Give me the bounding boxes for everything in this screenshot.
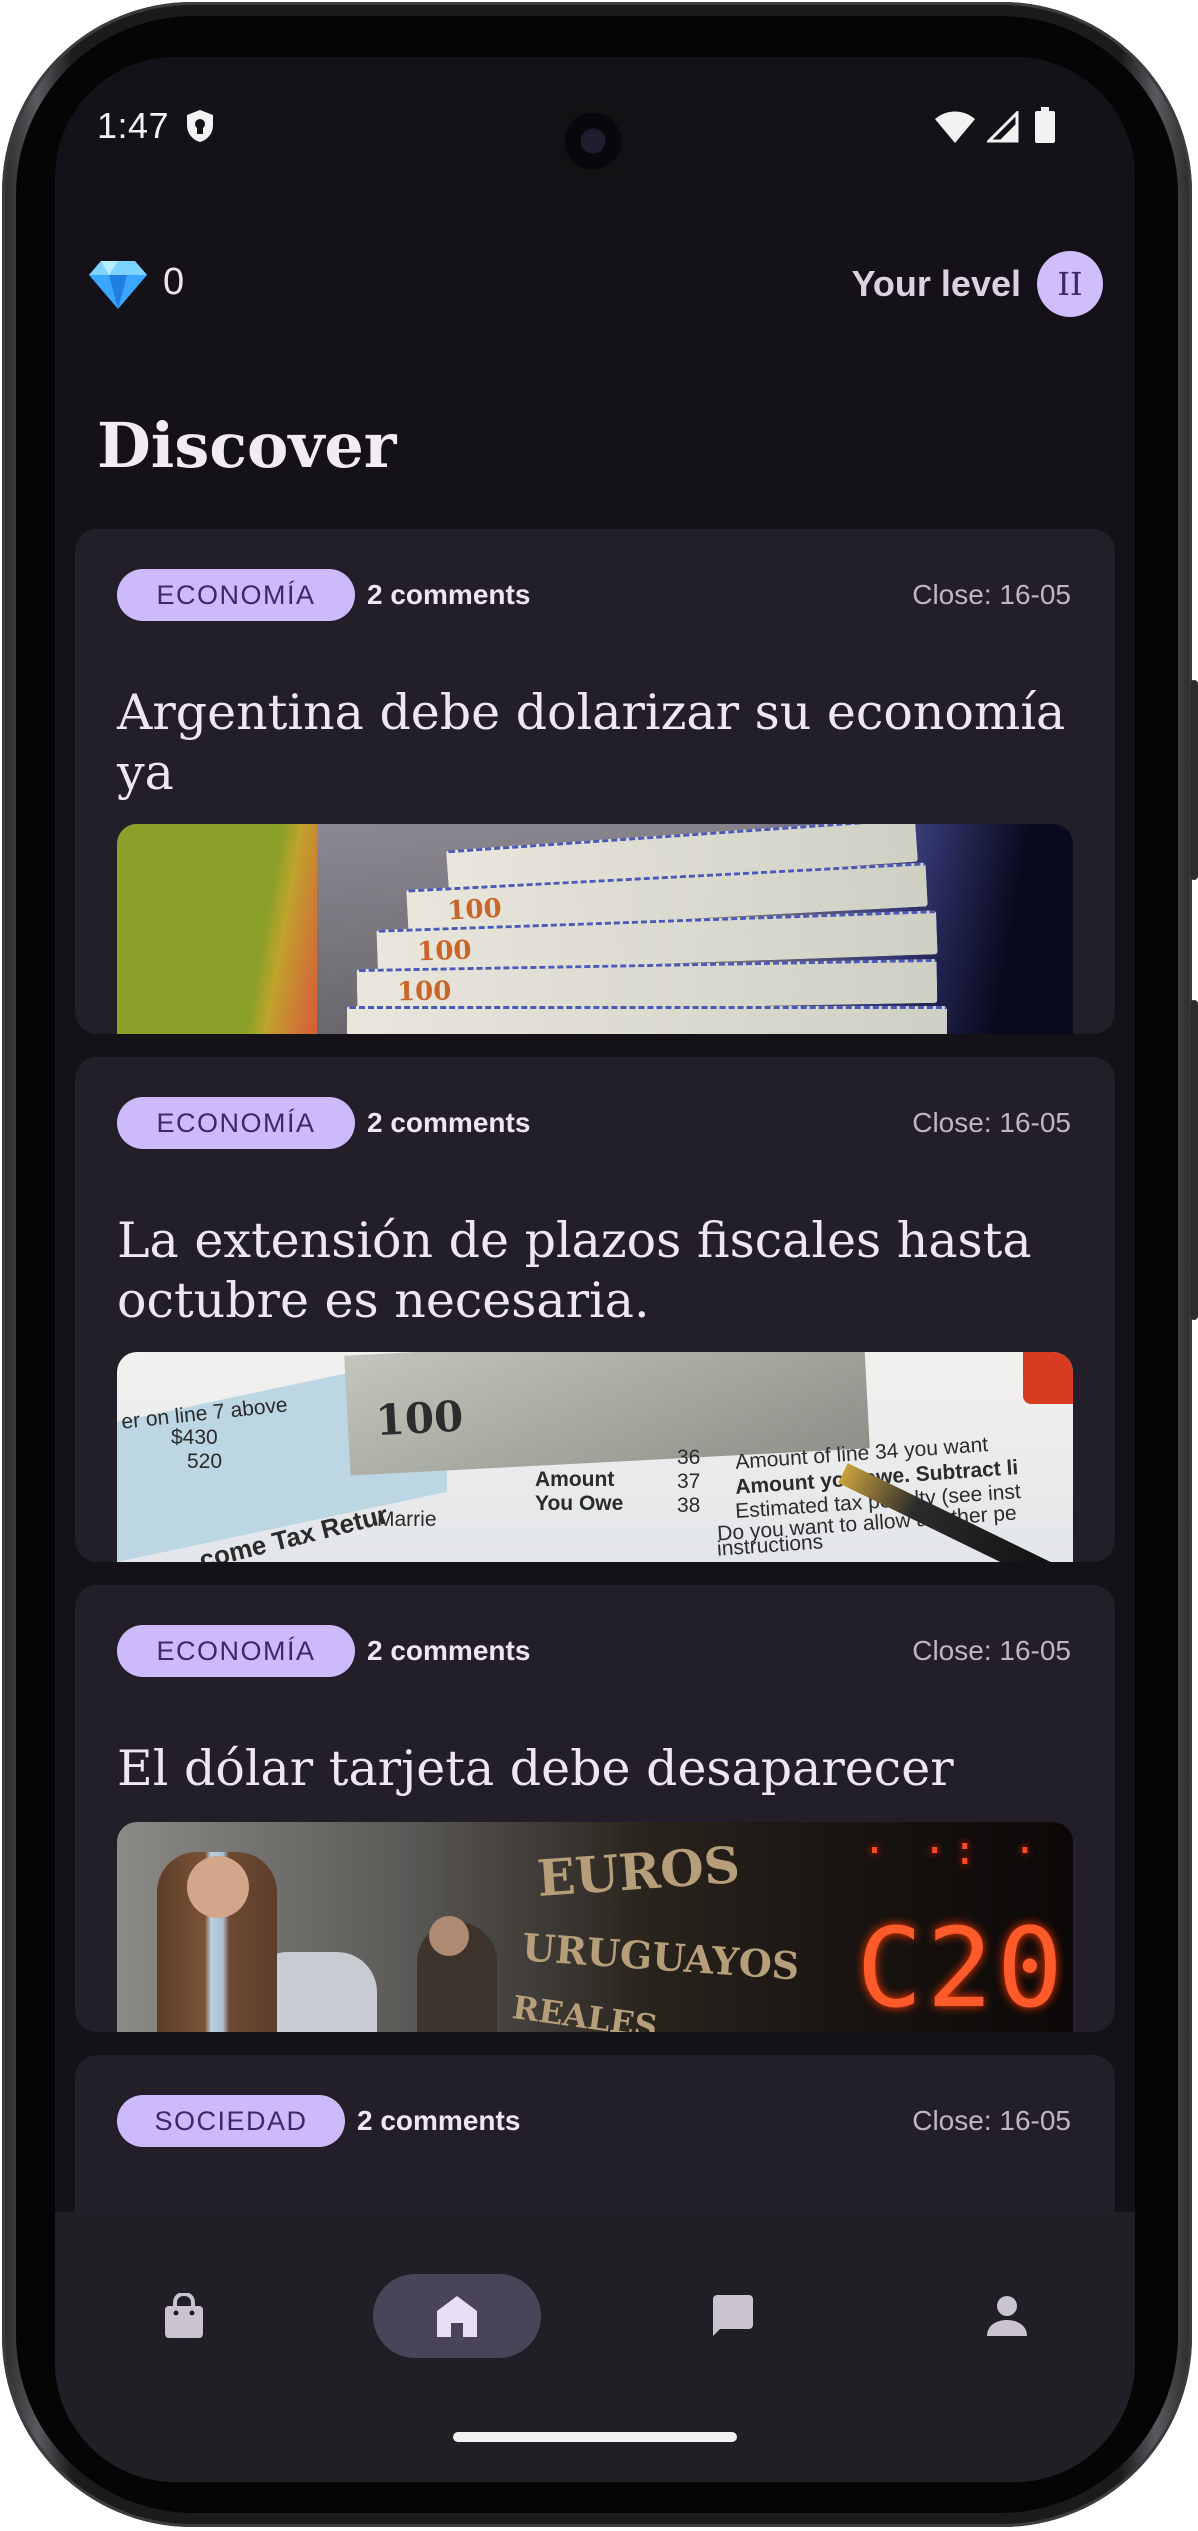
power-button	[1190, 1000, 1198, 1320]
form-text: $430	[171, 1426, 218, 1449]
led-display-top: · ·: ·	[862, 1828, 1043, 1874]
wifi-icon	[935, 111, 975, 143]
diamond-icon	[89, 261, 147, 309]
bottom-navigation	[55, 2212, 1135, 2482]
category-chip[interactable]: ECONOMÍA	[117, 1097, 355, 1149]
comments-count: 2 comments	[367, 1635, 531, 1666]
level-badge[interactable]: II	[1037, 251, 1103, 317]
volume-button	[1190, 680, 1198, 880]
debate-title[interactable]: El dólar tarjeta debe desaparecer	[117, 1739, 1073, 1799]
close-date: Close: 16-05	[912, 579, 1071, 610]
level-label[interactable]: Your level	[852, 263, 1021, 305]
sign-uruguayos: URUGUAYOS	[520, 1924, 801, 1989]
debate-title[interactable]: La extensión de plazos fiscales hasta oc…	[117, 1211, 1073, 1331]
home-indicator[interactable]	[453, 2432, 737, 2442]
nav-profile[interactable]	[923, 2274, 1091, 2358]
comments-count: 2 comments	[357, 2105, 521, 2136]
form-text: 36	[677, 1446, 701, 1469]
nav-home[interactable]	[373, 2274, 541, 2358]
debate-card[interactable]: ECONOMÍA 2 comments Close: 16-05 La exte…	[75, 1057, 1115, 1562]
bill-denomination: 100	[416, 935, 472, 968]
home-icon	[437, 2296, 477, 2337]
bill-denomination: 100	[374, 1391, 465, 1446]
tax-form-photo[interactable]: 100 er on line 7 above $430 520 36 37 38…	[117, 1352, 1073, 1562]
currency-exchange-photo[interactable]: EUROS URUGUAYOS REALES · ·: · C20	[117, 1822, 1073, 2032]
nav-chat[interactable]	[649, 2274, 817, 2358]
shield-icon	[187, 110, 213, 142]
signal-icon	[987, 111, 1019, 143]
category-chip[interactable]: ECONOMÍA	[117, 569, 355, 621]
comments-count: 2 comments	[367, 1107, 531, 1138]
close-date: Close: 16-05	[912, 1107, 1071, 1138]
close-date: Close: 16-05	[912, 1635, 1071, 1666]
gems-count: 0	[163, 261, 185, 303]
bill-denomination: 100	[446, 893, 503, 927]
form-text: 37	[677, 1470, 701, 1493]
form-text: Amount	[535, 1468, 615, 1491]
bill-denomination: 100	[396, 976, 452, 1008]
front-camera	[551, 99, 635, 183]
debate-title[interactable]: Argentina debe dolarizar su economía ya	[117, 683, 1073, 803]
chat-bubble-icon	[713, 2295, 753, 2336]
led-display: C20	[856, 1904, 1067, 2032]
debate-card[interactable]: ECONOMÍA 2 comments Close: 16-05 Argenti…	[75, 529, 1115, 1034]
form-text: 520	[187, 1450, 223, 1473]
shopping-bag-icon	[165, 2293, 203, 2338]
sign-euros: EUROS	[535, 1834, 742, 1909]
comments-count: 2 comments	[367, 579, 531, 610]
close-date: Close: 16-05	[912, 2105, 1071, 2136]
form-text: Marrie	[377, 1508, 437, 1531]
status-time: 1:47	[97, 105, 170, 146]
dollar-bills-photo[interactable]: 100 100 100	[117, 824, 1073, 1034]
app-screen: 1:47 0 Your level II Discover ECONOMÍA 2…	[55, 57, 1135, 2482]
nav-shop[interactable]	[100, 2274, 268, 2358]
category-chip[interactable]: SOCIEDAD	[117, 2095, 345, 2147]
page-title: Discover	[97, 409, 397, 482]
form-text: 38	[677, 1494, 701, 1517]
category-chip[interactable]: ECONOMÍA	[117, 1625, 355, 1677]
person-icon	[987, 2296, 1027, 2336]
form-text: You Owe	[535, 1492, 624, 1515]
status-bar: 1:47	[55, 57, 1135, 197]
debate-card[interactable]: ECONOMÍA 2 comments Close: 16-05 El dóla…	[75, 1585, 1115, 2032]
battery-icon	[1035, 107, 1055, 143]
sign-reales: REALES	[510, 1988, 660, 2032]
